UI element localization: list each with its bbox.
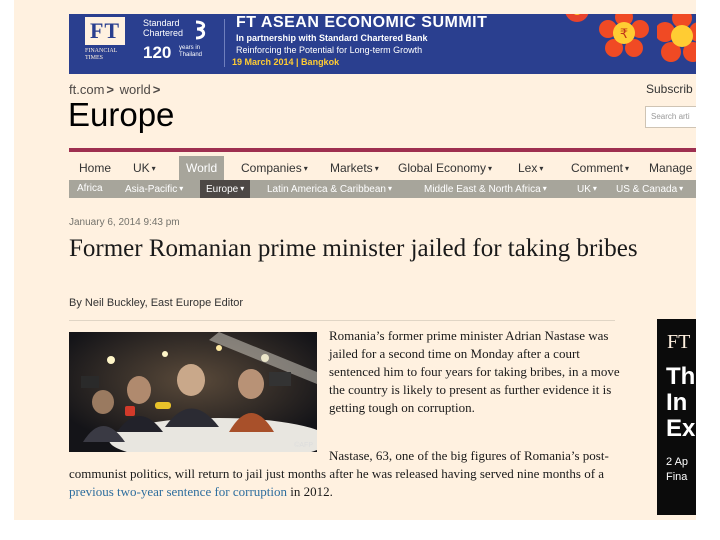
chevron-down-icon: ▾ xyxy=(625,164,630,173)
nav-global-economy-label: Global Economy xyxy=(398,161,487,175)
chevron-down-icon: ▾ xyxy=(679,184,684,193)
summit-banner-ad[interactable]: FT Financial Times Standard Chartered 12… xyxy=(69,14,696,74)
previous-sentence-link[interactable]: previous two-year sentence for corruptio… xyxy=(69,484,287,499)
nav-home-label: Home xyxy=(79,161,112,175)
banner-date-location: 19 March 2014 | Bangkok xyxy=(232,57,340,67)
paragraph-2-text: Nastase, 63, one of the big figures of R… xyxy=(69,448,609,481)
article-byline[interactable]: By Neil Buckley, East Europe Editor xyxy=(69,297,243,309)
sc-years: 120 xyxy=(143,43,172,62)
side-ad-headline-2: In xyxy=(666,389,688,416)
nav-uk[interactable]: UK ▾ xyxy=(133,156,156,180)
chevron-down-icon: ▾ xyxy=(151,164,156,173)
sc-swirl-icon xyxy=(195,20,206,40)
page: FT Financial Times Standard Chartered 12… xyxy=(14,0,696,520)
subnav-middle-east[interactable]: Middle East & North Africa ▾ xyxy=(424,180,547,198)
chevron-down-icon: ▾ xyxy=(488,164,493,173)
article-paragraph-1: Romania’s former prime minister Adrian N… xyxy=(329,328,620,415)
nav-markets[interactable]: Markets ▾ xyxy=(330,156,379,180)
subscribe-link[interactable]: Subscrib xyxy=(646,82,693,96)
standard-chartered-logo: Standard Chartered 120 years in Thailand xyxy=(143,18,213,70)
breadcrumb-separator: > xyxy=(106,82,114,97)
breadcrumb-world[interactable]: world xyxy=(120,82,151,97)
ft-logo-mark: FT xyxy=(85,17,125,45)
subnav-uk-label: UK xyxy=(577,184,591,195)
subnav-europe[interactable]: Europe ▾ xyxy=(200,180,251,198)
subnav-latin-america-label: Latin America & Caribbean xyxy=(267,184,386,195)
ft-logo-name-1: Financial xyxy=(85,48,118,54)
article-photo: ©AFP xyxy=(69,332,317,452)
side-ad-sub: Fina xyxy=(666,471,688,483)
flower-symbol: ₹ xyxy=(620,27,628,42)
nav-management[interactable]: Manage xyxy=(649,156,692,180)
chevron-down-icon: ▾ xyxy=(542,184,547,193)
banner-divider xyxy=(224,19,225,67)
subnav-asia-pacific-label: Asia-Pacific xyxy=(125,184,178,195)
article-headline: Former Romanian prime minister jailed fo… xyxy=(69,235,638,262)
nav-global-economy[interactable]: Global Economy ▾ xyxy=(398,156,492,180)
nav-companies[interactable]: Companies ▾ xyxy=(241,156,308,180)
ft-logo-name-2: Times xyxy=(85,55,103,61)
nav-uk-label: UK xyxy=(133,161,150,175)
chevron-down-icon: ▾ xyxy=(179,184,184,193)
subnav-latin-america[interactable]: Latin America & Caribbean ▾ xyxy=(267,180,392,198)
subnav-europe-label: Europe xyxy=(206,184,239,195)
chevron-down-icon: ▾ xyxy=(387,184,392,193)
subnav-us-canada[interactable]: US & Canada ▾ xyxy=(616,180,683,198)
flower-rupee-icon: ₹ xyxy=(599,14,649,57)
ft-logo: FT Financial Times xyxy=(85,17,127,69)
breadcrumb-ftcom[interactable]: ft.com xyxy=(69,82,104,97)
chevron-down-icon: ▾ xyxy=(303,164,308,173)
subnav-uk[interactable]: UK ▾ xyxy=(577,180,597,198)
section-title: Europe xyxy=(68,96,175,133)
paragraph-2-end: in 2012. xyxy=(287,484,333,499)
flower-icon-2 xyxy=(657,14,696,62)
subnav-asia-pacific[interactable]: Asia-Pacific ▾ xyxy=(125,180,183,198)
sc-years-sub: years in Thailand xyxy=(179,45,203,58)
banner-partnership: In partnership with Standard Chartered B… xyxy=(236,33,428,43)
nav-comment[interactable]: Comment ▾ xyxy=(571,156,629,180)
side-ad-ft-logo: FT xyxy=(667,331,691,353)
subnav-africa-label: Africa xyxy=(77,183,103,194)
nav-home[interactable]: Home xyxy=(79,156,111,180)
side-ad[interactable]: FT Th In Ex 2 Ap Fina xyxy=(657,319,696,515)
search-input[interactable]: Search arti xyxy=(645,106,696,128)
article-paragraph-2: Nastase, 63, one of the big figures of R… xyxy=(69,447,624,501)
nav-lex[interactable]: Lex ▾ xyxy=(518,156,543,180)
chevron-down-icon: ▾ xyxy=(539,164,544,173)
subnav-us-canada-label: US & Canada xyxy=(616,184,678,195)
article-timestamp: January 6, 2014 9:43 pm xyxy=(69,217,180,228)
chevron-down-icon: ▾ xyxy=(240,184,245,193)
nav-companies-label: Companies xyxy=(241,161,302,175)
subnav-africa[interactable]: Africa xyxy=(77,180,103,198)
nav-world[interactable]: World xyxy=(179,156,225,180)
side-ad-headline-3: Ex xyxy=(666,415,696,442)
nav-lex-label: Lex xyxy=(518,161,538,175)
divider xyxy=(69,320,615,321)
chevron-down-icon: ▾ xyxy=(374,164,379,173)
nav-accent-bar xyxy=(69,148,696,152)
sub-nav: Africa Asia-Pacific ▾ Europe ▾ Latin Ameri… xyxy=(69,180,696,198)
breadcrumb: ft.com > world > xyxy=(69,82,162,97)
nav-markets-label: Markets xyxy=(330,161,373,175)
nav-comment-label: Comment xyxy=(571,161,624,175)
subnav-middle-east-label: Middle East & North Africa xyxy=(424,184,541,195)
breadcrumb-separator-2: > xyxy=(152,82,161,97)
banner-tagline: Reinforcing the Potential for Long-term … xyxy=(236,45,423,55)
side-ad-headline-1: Th xyxy=(666,363,696,390)
side-ad-date: 2 Ap xyxy=(666,456,689,468)
nav-management-label: Manage xyxy=(649,161,693,175)
banner-title: FT ASEAN ECONOMIC SUMMIT xyxy=(236,14,488,31)
flower-icon xyxy=(565,14,589,22)
photo-illustration xyxy=(69,332,317,452)
chevron-down-icon: ▾ xyxy=(592,184,597,193)
main-nav: Home UK ▾ World Companies ▾ Markets ▾ Globa… xyxy=(69,156,696,180)
nav-world-label: World xyxy=(186,161,218,175)
